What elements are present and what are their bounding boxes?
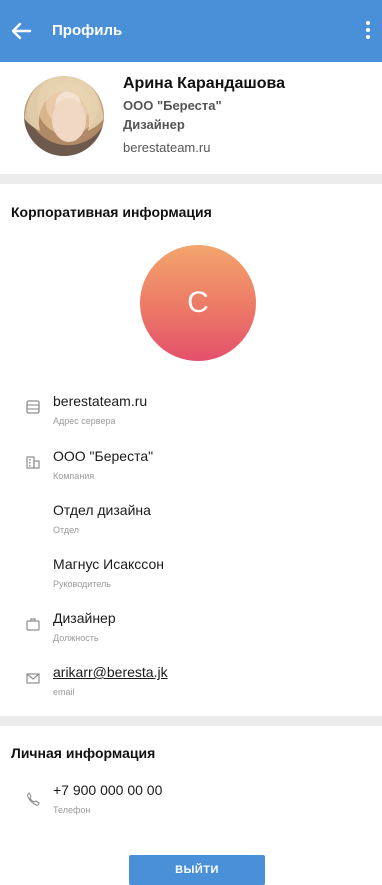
server-value: berestateam.ru — [53, 393, 148, 409]
briefcase-icon — [26, 618, 40, 631]
logout-button[interactable]: ВЫЙТИ — [129, 855, 265, 885]
server-label: Адрес сервера — [53, 416, 116, 426]
position-label: Должность — [53, 633, 99, 643]
arrow-left-icon[interactable] — [10, 21, 32, 41]
section-divider — [0, 716, 382, 726]
company-avatar: C — [140, 245, 256, 361]
info-row-server[interactable]: berestateam.ru Адрес сервера — [0, 393, 382, 441]
email-label: email — [53, 687, 75, 697]
company-label: Компания — [53, 471, 95, 481]
department-label: Отдел — [53, 525, 80, 535]
profile-server: berestateam.ru — [123, 140, 211, 155]
server-icon — [26, 400, 40, 414]
info-row-manager[interactable]: Магнус Исакссон Руководитель — [0, 556, 382, 604]
corporate-section-title: Корпоративная информация — [11, 204, 212, 220]
manager-label: Руководитель — [53, 579, 111, 589]
section-divider — [0, 174, 382, 184]
app-bar: Профиль — [0, 0, 382, 62]
position-value: Дизайнер — [53, 610, 116, 626]
mail-icon — [26, 673, 40, 684]
info-row-position[interactable]: Дизайнер Должность — [0, 610, 382, 658]
page-title: Профиль — [52, 22, 123, 39]
manager-value: Магнус Исакссон — [53, 556, 164, 572]
info-row-phone[interactable]: +7 900 000 00 00 Телефон — [0, 782, 382, 830]
department-value: Отдел дизайна — [53, 502, 151, 518]
avatar — [24, 76, 104, 156]
info-row-department[interactable]: Отдел дизайна Отдел — [0, 502, 382, 550]
profile-role: Дизайнер — [123, 117, 185, 132]
personal-section-title: Личная информация — [11, 745, 156, 761]
phone-label: Телефон — [53, 805, 91, 815]
profile-name: Арина Карандашова — [123, 75, 286, 92]
building-icon — [26, 456, 40, 469]
company-value: ООО "Береста" — [53, 448, 154, 464]
more-vertical-icon[interactable] — [364, 19, 372, 43]
email-value[interactable]: arikarr@beresta.jk — [53, 664, 168, 680]
info-row-company[interactable]: ООО "Береста" Компания — [0, 448, 382, 496]
info-row-email[interactable]: arikarr@beresta.jk email — [0, 664, 382, 712]
profile-header: Арина Карандашова ООО "Береста" Дизайнер… — [0, 62, 382, 174]
profile-company: ООО "Береста" — [123, 98, 222, 113]
phone-value: +7 900 000 00 00 — [53, 782, 163, 798]
phone-icon — [27, 792, 40, 806]
